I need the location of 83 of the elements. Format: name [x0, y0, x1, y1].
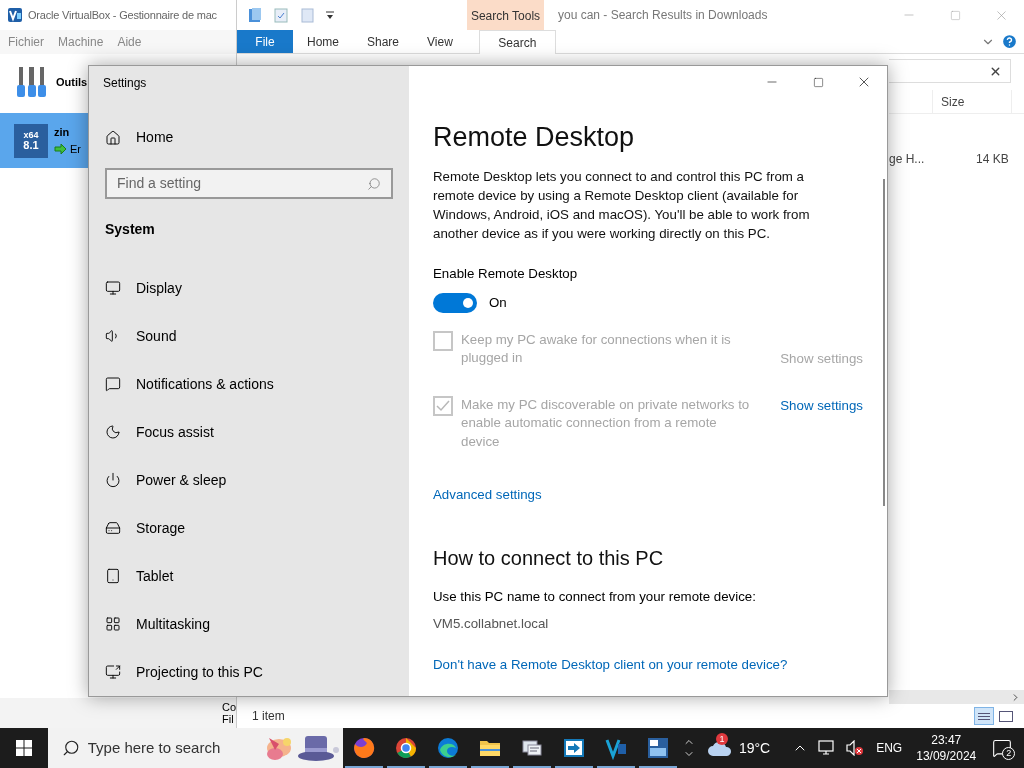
chip-icon[interactable]	[646, 736, 671, 760]
network-icon[interactable]	[818, 740, 837, 756]
screen-share-icon	[105, 664, 121, 680]
language-indicator[interactable]: ENG	[876, 739, 903, 757]
details-label: Co	[222, 701, 238, 713]
dropdown-icon[interactable]	[325, 9, 335, 21]
nav-item[interactable]: Storage	[89, 504, 409, 552]
logo-icon	[7, 7, 23, 23]
tools-icon	[16, 65, 48, 99]
column-header[interactable]: Size	[933, 92, 1011, 111]
nav-item[interactable]: Tablet	[89, 552, 409, 600]
nav-item[interactable]: Focus assist	[89, 408, 409, 456]
arrow-icon	[54, 142, 67, 155]
notification-count: 2	[1002, 747, 1016, 760]
ring-icon[interactable]	[394, 736, 419, 760]
vm-name: zin	[54, 125, 71, 140]
advanced-settings-link[interactable]: Advanced settings	[433, 485, 863, 506]
home-icon	[105, 129, 121, 146]
grid-icon	[105, 616, 121, 632]
tablet-icon	[105, 568, 121, 584]
file-size: 14 KB	[976, 151, 1009, 168]
section-heading: System	[104, 219, 156, 239]
search-icon	[367, 176, 381, 191]
menu-item[interactable]: Aide	[117, 33, 142, 51]
monitor-icon	[105, 280, 121, 296]
vm-status: Er	[70, 141, 81, 157]
checklist-icon[interactable]	[273, 7, 289, 23]
client-help-link[interactable]: Don't have a Remote Desktop client on your remote device?	[433, 655, 863, 676]
ribbon-tab[interactable]: Home	[293, 30, 353, 53]
nav-item[interactable]: Notifications & actions	[89, 360, 409, 408]
nav-item[interactable]: Multitasking	[89, 600, 409, 648]
vm-list-item[interactable]: x64 8.1 zin Er	[0, 113, 88, 168]
checkbox-label: Keep my PC awake for connections when it is plugged in	[461, 330, 732, 368]
toggle-switch[interactable]	[433, 292, 477, 313]
search-icon	[61, 739, 80, 757]
instruction-text: Use this PC name to connect from your remote device:	[433, 588, 757, 607]
window-title: Oracle VirtualBox - Gestionnaire de mac	[28, 7, 217, 23]
moon-icon	[105, 424, 121, 440]
badge-label: 8.1	[23, 139, 39, 151]
four-squares-icon	[15, 740, 32, 756]
nav-item[interactable]: Display	[89, 264, 409, 312]
file-name: ge H...	[889, 151, 926, 168]
clock[interactable]: 23:47 13/09/2024	[916, 732, 977, 764]
search-field[interactable]	[889, 59, 1011, 83]
toggle-label: Enable Remote Desktop	[433, 265, 579, 283]
maximize-icon	[949, 9, 961, 21]
message-icon	[105, 376, 121, 392]
weather-badge: 1	[715, 733, 728, 745]
flame-globe-icon[interactable]	[352, 736, 377, 760]
notifications-button[interactable]: 2	[980, 728, 1024, 768]
muted-speaker-icon[interactable]	[846, 740, 865, 756]
drive-icon	[105, 520, 121, 536]
help-icon[interactable]	[1001, 33, 1018, 50]
description: Remote Desktop lets you connect to and control this PC from a remote device by using a Remote Desktop client (available for Windows, Android, iOS and macOS). You'll be able to work from another device as if you were working directly on this PC.	[433, 168, 811, 243]
details-view-icon[interactable]	[974, 707, 994, 725]
pc-name: VM5.collabnet.local	[433, 615, 550, 634]
nav-item[interactable]: Projecting to this PC	[89, 648, 409, 696]
wave-icon[interactable]	[436, 736, 461, 760]
scrollbar[interactable]	[883, 179, 885, 506]
window-title: Settings	[102, 75, 148, 92]
checkbox-label: Make my PC discoverable on private networks to enable automatic connection from a remote device	[461, 395, 751, 451]
weather-widget[interactable]: 1 19°C	[698, 728, 779, 768]
window-title: you can - Search Results in Downloads	[558, 7, 768, 24]
maximize-icon	[812, 76, 824, 88]
home-nav-item[interactable]: Home	[89, 118, 409, 158]
nav-item[interactable]: Power & sleep	[89, 456, 409, 504]
nav-item[interactable]: Sound	[89, 312, 409, 360]
power-icon	[105, 472, 121, 488]
details-label: Fil	[222, 713, 235, 725]
context-tab-label: Search Tools	[470, 8, 541, 25]
badge-label: x64	[23, 130, 39, 140]
page-heading: Remote Desktop	[433, 121, 636, 154]
section-heading: How to connect to this PC	[433, 546, 665, 572]
ribbon-tab[interactable]: Search	[478, 30, 556, 54]
folder-stack-icon[interactable]	[247, 7, 263, 23]
ribbon-tab[interactable]: Share	[353, 30, 414, 53]
status-text: 1 item	[252, 708, 285, 725]
arrow-box-icon[interactable]	[562, 736, 587, 760]
tools-label[interactable]: Outils	[56, 73, 88, 91]
search-field[interactable]: Find a setting	[105, 168, 393, 200]
ribbon-tab[interactable]: File	[237, 30, 293, 53]
ribbon-tab[interactable]: View	[413, 30, 467, 53]
toggle-state: On	[489, 293, 507, 312]
